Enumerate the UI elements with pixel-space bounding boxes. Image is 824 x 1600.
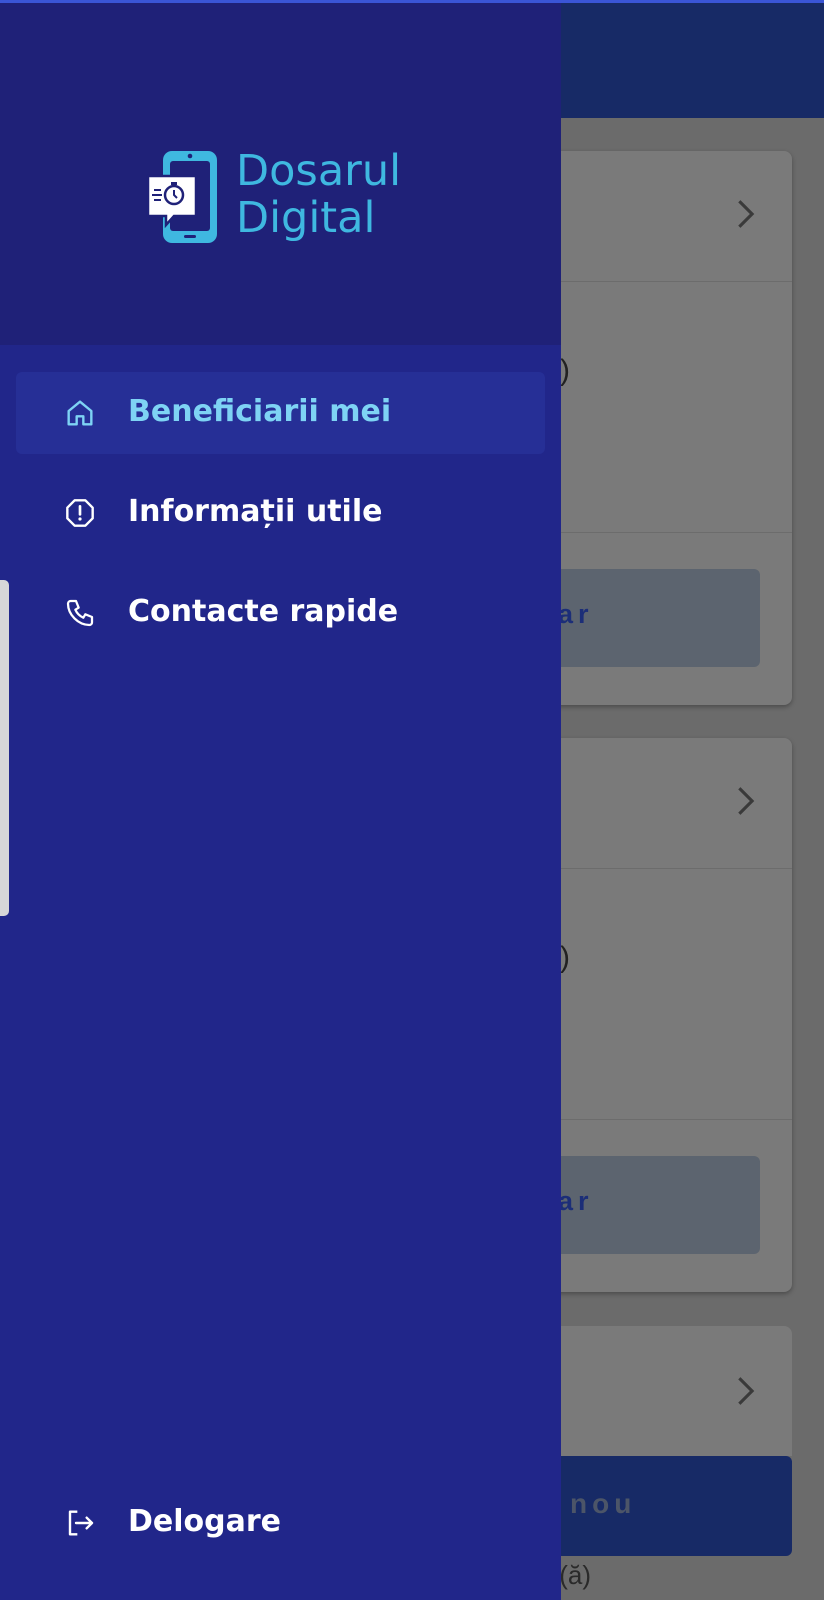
card-detail-text: ) (560, 941, 570, 974)
beneficiary-card[interactable]: ) ar (540, 738, 792, 1292)
beneficiary-card[interactable] (540, 1326, 792, 1456)
status-accent-line (0, 0, 824, 3)
logout-button[interactable]: Delogare (16, 1482, 545, 1564)
drawer-item-informatii-utile[interactable]: Informații utile (16, 472, 545, 554)
logout-icon (68, 1510, 94, 1536)
navigation-drawer: Dosarul Digital Beneficiarii mei Informa… (0, 0, 561, 1600)
card-action-button[interactable]: ar (540, 1156, 760, 1254)
chevron-right-icon[interactable] (728, 197, 762, 231)
drawer-header: Dosarul Digital (0, 0, 561, 345)
card-action-button[interactable]: ar (540, 569, 760, 667)
drawer-item-label: Informații utile (128, 494, 383, 529)
logout-label: Delogare (128, 1504, 282, 1539)
chevron-right-icon[interactable] (728, 784, 762, 818)
info-octagon-icon (66, 499, 94, 527)
drawer-item-label: Contacte rapide (128, 594, 399, 629)
app-logo-icon (146, 151, 217, 243)
home-icon (67, 400, 93, 426)
chevron-right-icon[interactable] (728, 1374, 762, 1408)
beneficiary-card[interactable]: ) ar (540, 151, 792, 705)
edge-scroll-handle[interactable] (0, 580, 9, 916)
phone-icon (66, 599, 94, 627)
add-new-button[interactable]: nou (540, 1456, 792, 1556)
drawer-item-contacte-rapide[interactable]: Contacte rapide (16, 572, 545, 654)
drawer-item-beneficiarii-mei[interactable]: Beneficiarii mei (16, 372, 545, 454)
drawer-item-label: Beneficiarii mei (128, 394, 392, 429)
app-logo-text: Dosarul Digital (236, 146, 402, 243)
card-detail-text: ) (560, 354, 570, 387)
